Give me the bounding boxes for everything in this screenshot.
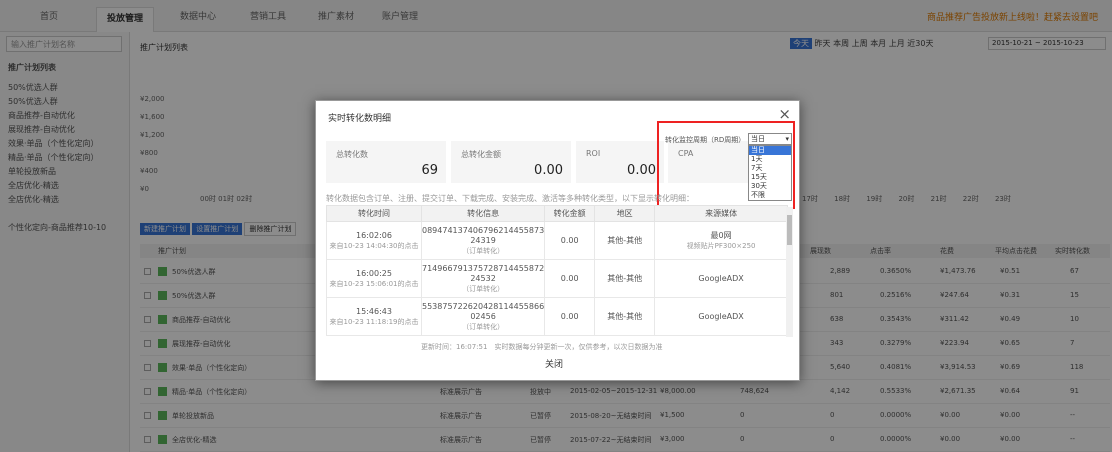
cell-value: 553875722620428114455866 02456 xyxy=(422,301,545,321)
cell-subtext: 来自10-23 11:18:19的点击 xyxy=(329,317,419,326)
stat-roi: ROI 0.00 xyxy=(576,141,664,183)
col-header: 转化时间 xyxy=(326,205,422,222)
period-option[interactable]: 1天 xyxy=(749,155,791,164)
table-cell: 16:02:06 来自10-23 14:04:30的点击 xyxy=(326,221,422,260)
cell-value: 其他-其他 xyxy=(607,235,643,245)
cell-value: 0.00 xyxy=(560,273,579,283)
stat-value: 0.00 xyxy=(627,163,656,178)
cell-value: GoogleADX xyxy=(698,273,744,283)
cell-value: 089474137406796214455873 24319 xyxy=(422,225,545,245)
cell-value: 714966791375728714455872 24532 xyxy=(422,263,545,283)
stat-label: ROI xyxy=(586,149,601,158)
close-button[interactable]: 关闭 xyxy=(541,356,567,371)
conversion-table: 转化时间 转化信息 转化金额 地区 来源媒体 16:02:06 来自10-23 1… xyxy=(326,205,788,336)
stat-total-conversions: 总转化数 69 xyxy=(326,141,446,183)
col-header: 转化金额 xyxy=(544,205,596,222)
cell-subtext: （订单转化） xyxy=(462,246,505,255)
scrollbar-thumb[interactable] xyxy=(787,215,792,245)
cell-subtext: 视频贴片PF300×250 xyxy=(686,241,756,250)
stat-label: 总转化金额 xyxy=(461,150,501,159)
modal-title: 实时转化数明细 xyxy=(328,114,392,124)
stat-value: 69 xyxy=(421,163,438,178)
table-cell: 其他-其他 xyxy=(594,221,656,260)
col-header: 转化信息 xyxy=(420,205,546,222)
cell-value: GoogleADX xyxy=(698,311,744,321)
cell-subtext: （订单转化） xyxy=(462,284,505,293)
modal-scrollbar[interactable] xyxy=(786,207,793,337)
period-select[interactable]: 当日 ▾ xyxy=(748,133,792,145)
period-option[interactable]: 不限 xyxy=(749,191,791,200)
period-option[interactable]: 7天 xyxy=(749,164,791,173)
conversion-row: 16:02:06 来自10-23 14:04:30的点击 0894741374067… xyxy=(326,221,788,260)
cell-value: 其他-其他 xyxy=(607,311,643,321)
cell-value: 0.00 xyxy=(560,235,579,245)
cell-subtext: 来自10-23 14:04:30的点击 xyxy=(329,241,419,250)
stat-label: 总转化数 xyxy=(336,150,368,159)
cell-subtext: 来自10-23 15:06:01的点击 xyxy=(329,279,419,288)
cell-value: 最0网 xyxy=(710,230,732,240)
cell-value: 16:00:25 xyxy=(356,268,392,278)
table-cell: 16:00:25 来自10-23 15:06:01的点击 xyxy=(326,259,422,298)
period-option[interactable]: 30天 xyxy=(749,182,791,191)
cell-value: 15:46:43 xyxy=(356,306,392,316)
chevron-down-icon: ▾ xyxy=(785,135,789,143)
update-note: 更新时间：16:07:51 实时数据每分钟更新一次，仅供参考，以次日数据为准 xyxy=(421,343,663,351)
conversion-row: 16:00:25 来自10-23 15:06:01的点击 7149667913757… xyxy=(326,259,788,298)
table-cell: GoogleADX xyxy=(654,259,788,298)
period-option[interactable]: 当日 xyxy=(749,146,791,155)
period-options: 当日 1天 7天 15天 30天 不限 xyxy=(748,145,792,201)
cell-subtext: （订单转化） xyxy=(462,322,505,331)
conversion-rows: 16:02:06 来自10-23 14:04:30的点击 0894741374067… xyxy=(326,221,788,336)
table-cell: 其他-其他 xyxy=(594,259,656,298)
table-cell: 553875722620428114455866 02456 （订单转化） xyxy=(420,297,546,336)
col-header: 来源媒体 xyxy=(654,205,788,222)
conversion-note: 转化数据包含订单、注册、提交订单、下载完成、安装完成、激活等多种转化类型，以下显… xyxy=(326,194,694,203)
table-cell: 最0网 视频贴片PF300×250 xyxy=(654,221,788,260)
table-cell: 714966791375728714455872 24532 （订单转化） xyxy=(420,259,546,298)
table-cell: 089474137406796214455873 24319 （订单转化） xyxy=(420,221,546,260)
table-cell: 0.00 xyxy=(544,259,596,298)
cell-value: 16:02:06 xyxy=(356,230,392,240)
table-cell: 0.00 xyxy=(544,221,596,260)
col-header: 地区 xyxy=(594,205,656,222)
table-cell: 15:46:43 来自10-23 11:18:19的点击 xyxy=(326,297,422,336)
table-cell: GoogleADX xyxy=(654,297,788,336)
cell-value: 其他-其他 xyxy=(607,273,643,283)
period-label: 转化监控周期（RD周期） xyxy=(665,136,746,144)
table-cell: 0.00 xyxy=(544,297,596,336)
stat-value: 0.00 xyxy=(534,163,563,178)
period-option[interactable]: 15天 xyxy=(749,173,791,182)
period-selected-value: 当日 xyxy=(751,135,765,143)
table-cell: 其他-其他 xyxy=(594,297,656,336)
conversion-detail-modal: 实时转化数明细 × 总转化数 69 总转化金额 0.00 ROI 0.00 CP… xyxy=(315,100,800,381)
cell-value: 0.00 xyxy=(560,311,579,321)
stat-total-amount: 总转化金额 0.00 xyxy=(451,141,571,183)
conversion-row: 15:46:43 来自10-23 11:18:19的点击 5538757226204… xyxy=(326,297,788,336)
